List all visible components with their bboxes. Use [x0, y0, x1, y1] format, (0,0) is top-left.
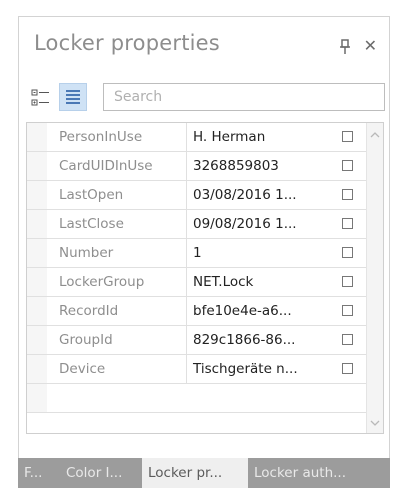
property-name: CardUIDInUse: [47, 152, 187, 180]
property-name: LastClose: [47, 210, 187, 238]
toolbar: [19, 81, 389, 117]
row-gutter: [27, 181, 47, 209]
panel-tab-strip: F... Color I... Locker pr... Locker auth...: [18, 458, 390, 488]
property-row[interactable]: Number 1: [27, 239, 367, 268]
row-gutter: [27, 268, 47, 296]
vertical-scrollbar[interactable]: [366, 123, 383, 433]
search-box[interactable]: [103, 83, 385, 111]
property-value[interactable]: 09/08/2016 1...: [187, 210, 334, 238]
row-gutter: [27, 384, 47, 412]
scroll-up-icon[interactable]: [370, 131, 380, 139]
property-name: PersonInUse: [47, 123, 187, 151]
property-checkbox[interactable]: [342, 131, 353, 142]
property-checkbox[interactable]: [342, 247, 353, 258]
property-name: GroupId: [47, 326, 187, 354]
row-gutter: [27, 152, 47, 180]
property-row[interactable]: LastClose 09/08/2016 1...: [27, 210, 367, 239]
row-gutter: [27, 355, 47, 383]
tab-3[interactable]: Locker auth...: [248, 458, 390, 488]
row-gutter: [27, 326, 47, 354]
scroll-down-icon[interactable]: [370, 419, 380, 427]
property-checkbox[interactable]: [342, 218, 353, 229]
properties-panel: Locker properties ✕ Search PersonInUse H…: [18, 16, 390, 464]
property-row[interactable]: RecordId bfe10e4e-a6...: [27, 297, 367, 326]
property-row[interactable]: CardUIDInUse 3268859803: [27, 152, 367, 181]
property-value[interactable]: H. Herman: [187, 123, 334, 151]
close-icon[interactable]: ✕: [364, 36, 377, 56]
property-row[interactable]: LastOpen 03/08/2016 1...: [27, 181, 367, 210]
property-name: Number: [47, 239, 187, 267]
panel-title-bar: Locker properties ✕: [19, 17, 389, 77]
pin-icon[interactable]: [339, 39, 351, 55]
property-checkbox[interactable]: [342, 305, 353, 316]
property-name: LockerGroup: [47, 268, 187, 296]
tab-0[interactable]: F...: [18, 458, 60, 488]
property-checkbox[interactable]: [342, 334, 353, 345]
property-row[interactable]: LockerGroup NET.Lock: [27, 268, 367, 297]
property-rows: PersonInUse H. Herman CardUIDInUse 32688598…: [27, 123, 367, 413]
property-value[interactable]: 03/08/2016 1...: [187, 181, 334, 209]
property-value[interactable]: Tischgeräte n...: [187, 355, 334, 383]
tab-1[interactable]: Color I...: [60, 458, 142, 488]
panel-title: Locker properties: [34, 31, 220, 55]
property-checkbox[interactable]: [342, 276, 353, 287]
row-gutter: [27, 239, 47, 267]
property-value[interactable]: 829c1866-86...: [187, 326, 334, 354]
alphabetical-view-button[interactable]: [59, 83, 87, 111]
row-gutter: [27, 123, 47, 151]
property-name: RecordId: [47, 297, 187, 325]
row-gutter: [27, 297, 47, 325]
row-gutter: [27, 210, 47, 238]
alphabetical-view-icon: [66, 90, 80, 104]
property-name: LastOpen: [47, 181, 187, 209]
tab-2[interactable]: Locker pr...: [142, 458, 248, 488]
property-checkbox[interactable]: [342, 189, 353, 200]
property-name: Device: [47, 355, 187, 383]
property-row[interactable]: Device Tischgeräte n...: [27, 355, 367, 384]
property-grid: PersonInUse H. Herman CardUIDInUse 32688598…: [26, 122, 384, 434]
property-value[interactable]: bfe10e4e-a6...: [187, 297, 334, 325]
property-value[interactable]: 3268859803: [187, 152, 334, 180]
categorized-view-icon[interactable]: [29, 86, 53, 110]
empty-row: [27, 384, 367, 413]
property-value[interactable]: 1: [187, 239, 334, 267]
property-checkbox[interactable]: [342, 363, 353, 374]
property-checkbox[interactable]: [342, 160, 353, 171]
property-row[interactable]: GroupId 829c1866-86...: [27, 326, 367, 355]
property-value[interactable]: NET.Lock: [187, 268, 334, 296]
property-row[interactable]: PersonInUse H. Herman: [27, 123, 367, 152]
search-input[interactable]: [104, 84, 384, 110]
